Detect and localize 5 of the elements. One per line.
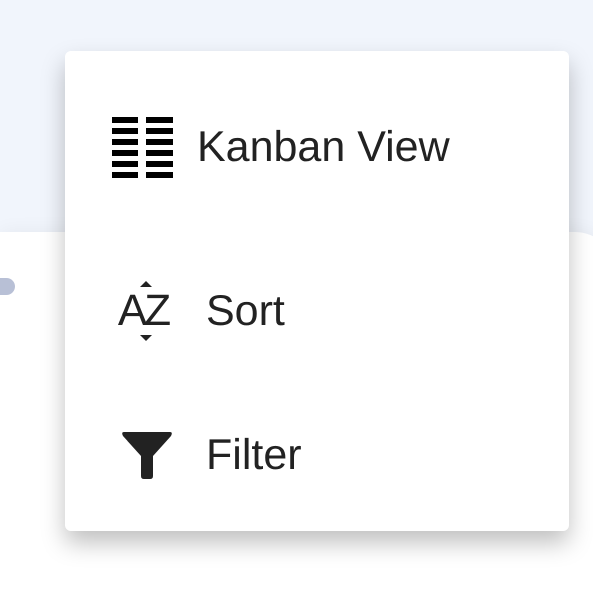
menu-item[interactable]: AZ Sort [112, 239, 522, 383]
menu-item[interactable]: Filter [112, 383, 522, 527]
filter-icon [122, 430, 172, 480]
kanban-icon [112, 116, 173, 178]
menu-item[interactable]: Kanban View [112, 95, 522, 199]
